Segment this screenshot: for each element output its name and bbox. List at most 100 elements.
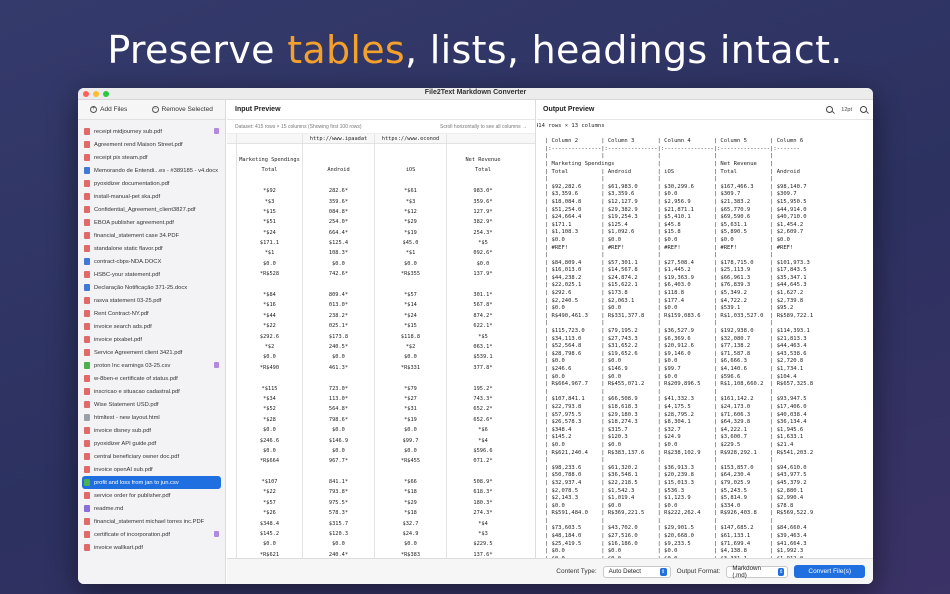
table-cell: 195.2*: [473, 385, 493, 392]
file-list-item[interactable]: EBOA publisher agreement.pdf: [78, 216, 225, 229]
file-list-item[interactable]: HSBC-your statement.pdf: [78, 268, 225, 281]
file-list-item[interactable]: pyoxidizer documentation.pdf: [78, 177, 225, 190]
headline-text-end: , lists, headings intact.: [405, 28, 843, 72]
file-list-item[interactable]: profit and loss from jan to jun.csv: [82, 476, 221, 489]
add-files-button[interactable]: + Add Files: [84, 104, 133, 115]
file-list-item[interactable]: invoice pixabet.pdf: [78, 333, 225, 346]
file-list-item[interactable]: Service Agreement client 3421.pdf: [78, 346, 225, 359]
table-cell: *$1: [237, 248, 303, 259]
file-list-item[interactable]: w-8ben-e certificate of status.pdf: [78, 372, 225, 385]
file-list-item[interactable]: financial_statement michael torres inc.P…: [78, 515, 225, 528]
table-row: [227, 144, 535, 155]
table-row: *R$621 240.4* *R$383 137.6*: [227, 549, 535, 558]
file-list-item[interactable]: readme.md: [78, 502, 225, 515]
table-cell: *$51: [237, 217, 303, 228]
file-list-item[interactable]: receipt pix steam.pdf: [78, 151, 225, 164]
file-list-item[interactable]: invoice wallkart.pdf: [78, 541, 225, 554]
file-list-item[interactable]: Declaração Notificação 371-25.docx: [78, 281, 225, 294]
file-name: pyoxidizer documentation.pdf: [94, 180, 170, 187]
content-type-value: Auto Detect: [608, 568, 641, 575]
file-list-item[interactable]: financial_statement case 34.PDF: [78, 229, 225, 242]
file-list-item[interactable]: invoice search ads.pdf: [78, 320, 225, 333]
input-grid[interactable]: http://www.ipaadat https://www.econod Mark…: [227, 134, 535, 558]
file-name: Service Agreement client 3421.pdf: [94, 349, 183, 356]
table-cell: [375, 466, 447, 477]
table-cell: 071.2*: [473, 458, 493, 465]
table-row: $171.1 $125.4 $45.0 *$5: [227, 237, 535, 249]
file-list-item[interactable]: Confidential_Agreement_client3827.pdf: [78, 203, 225, 216]
file-list-item[interactable]: contract-cbps-NDA.DOCX: [78, 255, 225, 268]
file-name: inscricao e situacao cadastral.pdf: [94, 388, 180, 395]
table-row: $0.0 $0.0 $0.0 $539.1: [227, 352, 535, 363]
file-list-item[interactable]: Memorando de Entendi...es - #389185 - v4…: [78, 164, 225, 177]
table-row: *$16 013.0* *$14 567.8*: [227, 300, 535, 311]
file-list-item[interactable]: proton Inc earnings 03-25.csv: [78, 359, 225, 372]
file-list-item[interactable]: standalone static flavor.pdf: [78, 242, 225, 255]
file-list-item[interactable]: rasva statement 03-25.pdf: [78, 294, 225, 307]
file-list-item[interactable]: install-manual-pet ska.pdf: [78, 190, 225, 203]
table-cell: $0.0: [303, 352, 375, 363]
pdf-file-icon: [84, 453, 90, 460]
table-cell: 377.8*: [473, 364, 493, 371]
table-row: *$26 578.3* *$18 274.3*: [227, 508, 535, 519]
table-cell: [227, 144, 237, 155]
table-cell: [227, 289, 237, 301]
table-row: *$15 084.8* *$12 127.9*: [227, 206, 535, 218]
table-cell: 983.0*: [473, 188, 493, 195]
table-cell: [227, 549, 237, 558]
file-name: Agreement rend Maison Street.pdf: [94, 141, 183, 148]
pdf-file-icon: [84, 401, 90, 408]
table-cell: $0.0: [237, 445, 303, 457]
file-list-item[interactable]: invoice disney sub.pdf: [78, 424, 225, 437]
file-list-item[interactable]: central beneficiary owner doc.pdf: [78, 450, 225, 463]
table-cell: *$115: [237, 383, 303, 394]
table-cell: *$28: [237, 414, 303, 425]
table-cell: [375, 175, 447, 186]
table-cell: *$5: [478, 240, 488, 247]
table-cell: [227, 508, 237, 519]
file-list-item[interactable]: Wise Statement USD.pdf: [78, 398, 225, 411]
pdf-file-icon: [84, 427, 90, 434]
file-name: service order for publisher.pdf: [94, 492, 171, 499]
remove-selected-button[interactable]: − Remove Selected: [146, 104, 219, 115]
file-list: receipt midjourney sub.pdf Agreement rend…: [78, 120, 225, 554]
content-type-select[interactable]: Auto Detect ⇕: [602, 565, 671, 578]
table-cell: 238.2*: [303, 310, 375, 322]
pdf-file-icon: [84, 440, 90, 447]
table-cell: 137.6*: [473, 551, 493, 558]
file-list-item[interactable]: Rent Contract-NY.pdf: [78, 307, 225, 320]
file-list-item[interactable]: Agreement rend Maison Street.pdf: [78, 138, 225, 151]
file-list-item[interactable]: pyoxidizer API guide.pdf: [78, 437, 225, 450]
file-list-item[interactable]: receipt midjourney sub.pdf: [78, 125, 225, 138]
table-cell: [447, 373, 519, 383]
table-cell: $0.0: [303, 258, 375, 270]
table-cell: [375, 372, 447, 384]
table-row: http://www.ipaadat https://www.econod: [227, 134, 535, 145]
file-list-item[interactable]: certificate of incorporation.pdf: [78, 528, 225, 541]
table-cell: [227, 497, 237, 509]
zoom-out-icon[interactable]: [826, 106, 834, 113]
convert-files-button[interactable]: Convert File(s): [794, 565, 865, 578]
file-list-item[interactable]: invoice openAI sub.pdf: [78, 463, 225, 476]
table-cell: [227, 310, 237, 322]
zoom-in-icon[interactable]: [860, 106, 867, 113]
doc-file-icon: [84, 284, 90, 291]
file-name: Rent Contract-NY.pdf: [94, 310, 149, 317]
table-cell: [303, 372, 375, 384]
file-list-item[interactable]: htmltest - new layout.html: [78, 411, 225, 424]
table-cell: Android: [303, 165, 375, 176]
doc-file-icon: [84, 258, 90, 265]
chevron-updown-icon: ⇕: [659, 567, 667, 576]
file-list-item[interactable]: service order for publisher.pdf: [78, 489, 225, 502]
table-cell: [303, 175, 375, 186]
table-row: *R$490 461.3* *R$331 377.8*: [227, 362, 535, 373]
table-cell: *$2: [375, 341, 447, 353]
file-name: rasva statement 03-25.pdf: [94, 297, 162, 304]
table-cell: [227, 445, 237, 457]
output-format-select[interactable]: Markdown (.md) ⇕: [726, 565, 789, 579]
table-cell: $173.8: [303, 331, 375, 342]
markdown-output[interactable]: 414 rows × 13 columns | Column 2 | Colum…: [537, 120, 871, 558]
pdf-file-icon: [84, 323, 90, 330]
file-list-item[interactable]: inscricao e situacao cadastral.pdf: [78, 385, 225, 398]
table-row: *$107 841.1* *$66 508.9*: [227, 476, 535, 488]
